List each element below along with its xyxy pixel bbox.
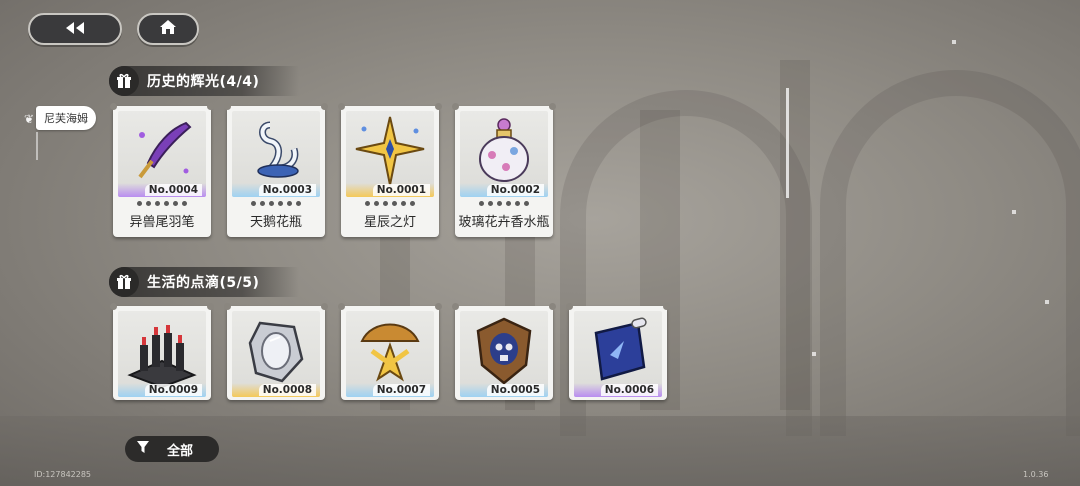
filter-button[interactable]: 全部 xyxy=(125,436,219,462)
back-button[interactable] xyxy=(28,13,122,45)
light-mote xyxy=(1012,210,1016,214)
card-image: No.0003 xyxy=(232,111,320,197)
bg-arch xyxy=(820,70,1080,436)
collection-card[interactable]: No.0006 xyxy=(566,303,670,400)
collection-card[interactable]: No.0008 xyxy=(224,303,328,400)
light-mote xyxy=(1045,300,1049,304)
gift-icon xyxy=(109,267,139,297)
item-number: No.0002 xyxy=(486,184,544,196)
collection-card[interactable]: No.0005 xyxy=(452,303,556,400)
side-tab-nifheim[interactable]: 尼芙海姆 xyxy=(36,106,96,130)
collection-card[interactable]: No.0009 xyxy=(110,303,214,400)
item-number: No.0003 xyxy=(258,184,316,196)
light-beam xyxy=(786,88,789,198)
section-title: 生活的点滴(5/5) xyxy=(147,275,260,291)
item-name: 异兽尾羽笔 xyxy=(129,215,195,230)
leaf-icon: ❦ xyxy=(24,112,35,126)
item-number: No.0008 xyxy=(258,384,316,396)
card-image: No.0004 xyxy=(118,111,206,197)
collection-card[interactable]: No.0001 星辰之灯 xyxy=(338,103,442,237)
side-tab-label: 尼芙海姆 xyxy=(44,112,88,125)
card-image: No.0001 xyxy=(346,111,434,197)
item-number: No.0004 xyxy=(144,184,202,196)
card-image: No.0008 xyxy=(232,311,320,397)
card-row-life: No.0009 No.0008 No.0007 No.0005 No.0006 xyxy=(110,303,670,400)
bg-column xyxy=(780,60,810,410)
pagination-dots xyxy=(341,201,439,206)
collection-card[interactable]: No.0004 异兽尾羽笔 xyxy=(110,103,214,237)
card-image: No.0005 xyxy=(460,311,548,397)
pagination-dots xyxy=(227,201,325,206)
item-name: 星辰之灯 xyxy=(363,215,416,230)
section-header-history: 历史的辉光(4/4) xyxy=(109,66,299,96)
item-number: No.0006 xyxy=(600,384,658,396)
card-image: No.0007 xyxy=(346,311,434,397)
filter-label: 全部 xyxy=(167,443,194,459)
user-id: ID:127842285 xyxy=(34,470,92,479)
card-image: No.0006 xyxy=(574,311,662,397)
item-number: No.0009 xyxy=(144,384,202,396)
side-divider xyxy=(36,132,38,160)
light-mote xyxy=(812,352,816,356)
pagination-dots xyxy=(455,201,553,206)
item-name: 玻璃花卉香水瓶 xyxy=(458,215,550,230)
collection-card[interactable]: No.0003 天鹅花瓶 xyxy=(224,103,328,237)
home-icon xyxy=(159,19,177,39)
card-image: No.0009 xyxy=(118,311,206,397)
item-name: 天鹅花瓶 xyxy=(249,215,302,230)
collection-card[interactable]: No.0002 玻璃花卉香水瓶 xyxy=(452,103,556,237)
gift-icon xyxy=(109,66,139,96)
item-number: No.0005 xyxy=(486,384,544,396)
version-label: 1.0.36 xyxy=(1023,470,1049,479)
rewind-icon xyxy=(64,20,86,39)
collection-card[interactable]: No.0007 xyxy=(338,303,442,400)
section-header-life: 生活的点滴(5/5) xyxy=(109,267,299,297)
home-button[interactable] xyxy=(137,13,199,45)
section-title: 历史的辉光(4/4) xyxy=(147,74,260,90)
light-mote xyxy=(952,40,956,44)
filter-funnel-icon xyxy=(137,441,149,457)
item-number: No.0007 xyxy=(372,384,430,396)
card-row-history: No.0004 异兽尾羽笔 No.0003 天鹅花瓶 No.0001 星辰之灯 … xyxy=(110,103,556,237)
item-number: No.0001 xyxy=(372,184,430,196)
pagination-dots xyxy=(113,201,211,206)
card-image: No.0002 xyxy=(460,111,548,197)
